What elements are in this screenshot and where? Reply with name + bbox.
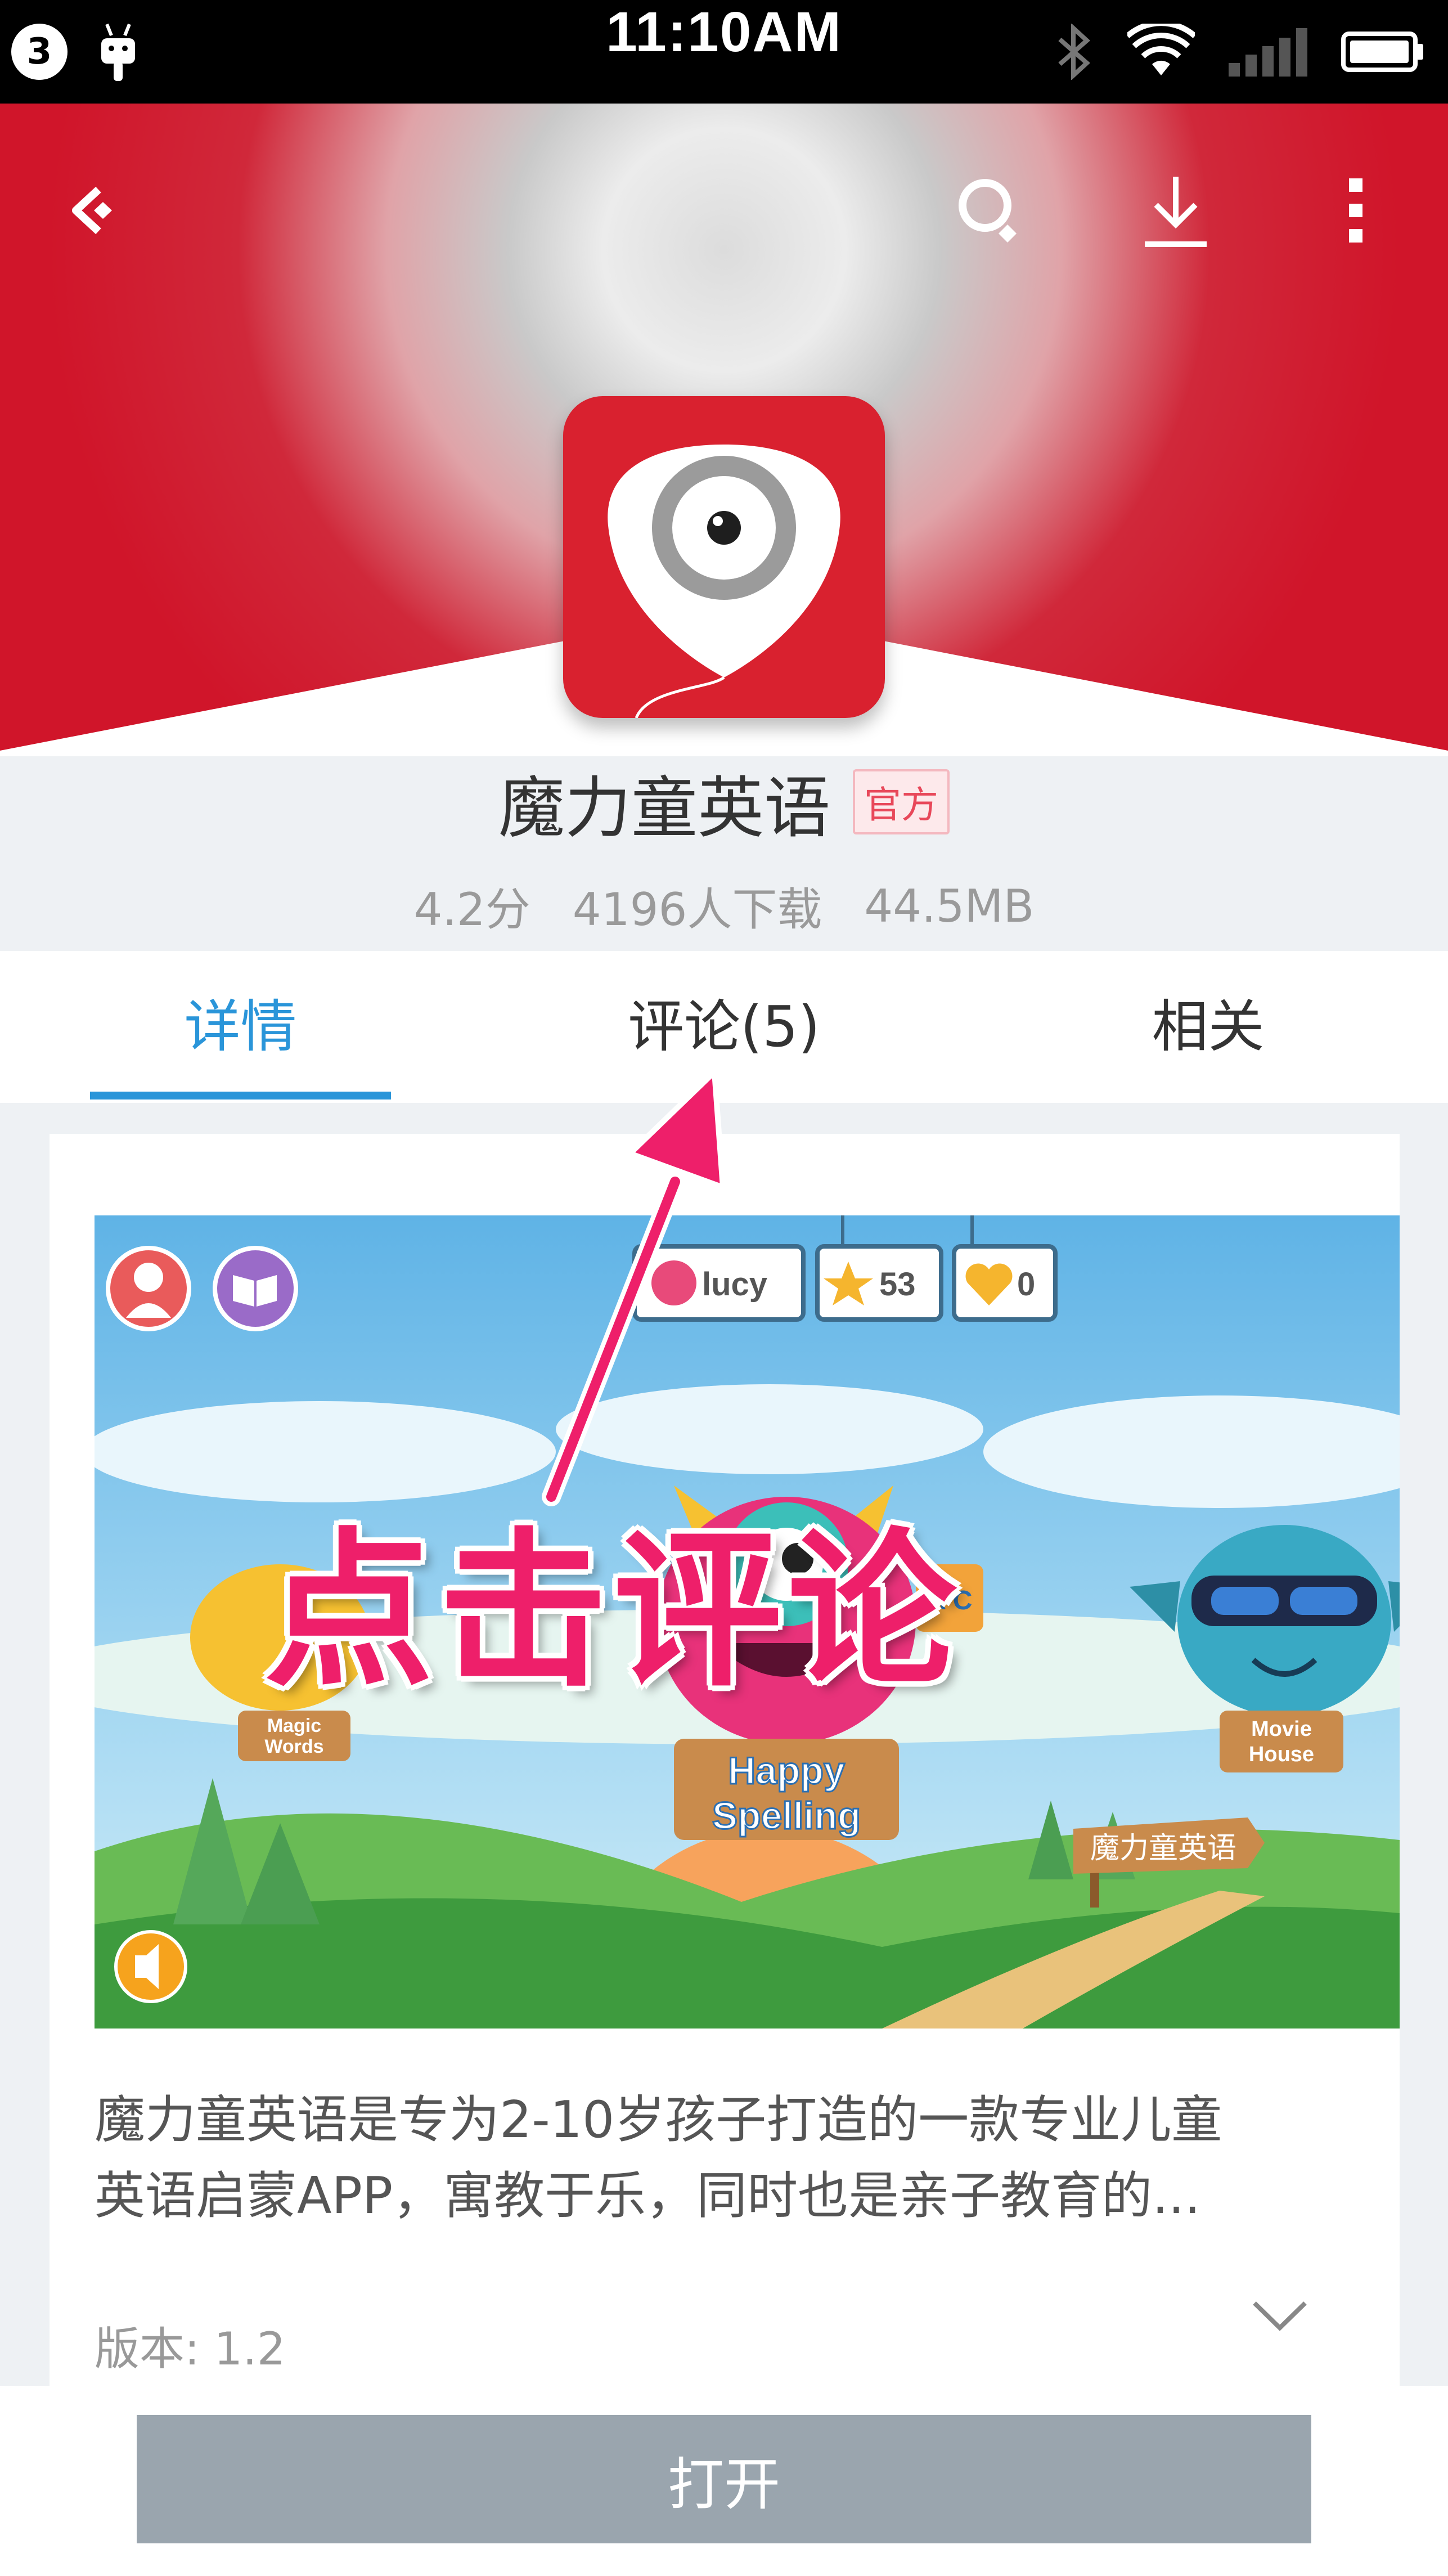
download-button[interactable] bbox=[1131, 165, 1221, 255]
back-button[interactable] bbox=[45, 165, 135, 255]
tutorial-annotation-text: 点击评论 bbox=[264, 1513, 962, 1709]
app-name: 魔力童英语 bbox=[498, 769, 830, 847]
app-rating: 4.2分 bbox=[413, 883, 530, 936]
chevron-down-icon[interactable] bbox=[1249, 2293, 1311, 2338]
balloon-eye-logo bbox=[608, 445, 840, 718]
wifi-icon bbox=[1127, 24, 1195, 75]
download-icon bbox=[1145, 177, 1207, 247]
sign-happy-line1: Happy bbox=[728, 1749, 845, 1792]
sign-happy-line2: Spelling bbox=[712, 1794, 861, 1837]
tab-related[interactable]: 相关 bbox=[1058, 973, 1359, 1069]
book-icon bbox=[213, 1246, 298, 1331]
battery-icon bbox=[1341, 32, 1423, 72]
app-description: 魔力童英语是专为2-10岁孩子打造的一款专业儿童 英语启蒙APP，寓教于乐，同时… bbox=[95, 2082, 1360, 2234]
search-icon bbox=[959, 179, 1017, 243]
tab-active-indicator bbox=[90, 1092, 391, 1099]
stars-panel: 53 bbox=[815, 1244, 943, 1322]
tab-comments[interactable]: 评论(5) bbox=[563, 973, 885, 1069]
brand-sign-text: 魔力童英语 bbox=[1090, 1832, 1236, 1865]
app-meta: 4.2分 4196人下载 44.5MB bbox=[0, 869, 1448, 943]
sign-movie-line2: House bbox=[1249, 1743, 1314, 1766]
description-line-1: 魔力童英语是专为2-10岁孩子打造的一款专业儿童 bbox=[95, 2090, 1222, 2149]
bluetooth-icon bbox=[1058, 24, 1090, 80]
app-title-row: 魔力童英语 官方 bbox=[0, 754, 1448, 850]
app-icon bbox=[563, 396, 885, 718]
stars-count: 53 bbox=[879, 1266, 916, 1303]
description-line-2: 英语启蒙APP，寓教于乐，同时也是亲子教育的... bbox=[95, 2166, 1200, 2225]
sound-icon bbox=[114, 1930, 187, 2003]
sign-magic-line2: Words bbox=[264, 1736, 323, 1757]
tab-details[interactable]: 详情 bbox=[90, 973, 391, 1069]
hearts-panel: 0 bbox=[952, 1244, 1058, 1322]
status-bar: 3 11:10AM bbox=[0, 0, 1448, 104]
more-vert-icon bbox=[1349, 178, 1362, 243]
signal-icon bbox=[1229, 28, 1307, 77]
search-button[interactable] bbox=[945, 165, 1035, 255]
official-badge: 官方 bbox=[853, 769, 950, 834]
profile-icon bbox=[106, 1246, 191, 1331]
user-name: lucy bbox=[702, 1266, 767, 1303]
more-options-button[interactable] bbox=[1311, 165, 1401, 255]
hearts-count: 0 bbox=[1017, 1266, 1035, 1303]
user-panel: lucy bbox=[632, 1244, 806, 1322]
app-size: 44.5MB bbox=[864, 879, 1035, 932]
app-downloads: 4196人下载 bbox=[572, 883, 822, 936]
open-button[interactable]: 打开 bbox=[137, 2415, 1311, 2543]
tab-bar: 详情 评论(5) 相关 bbox=[0, 951, 1448, 1103]
back-arrow-icon bbox=[72, 186, 112, 235]
app-version: 版本: 1.2 bbox=[95, 2323, 286, 2375]
sign-movie-line1: Movie bbox=[1251, 1717, 1312, 1741]
status-icons bbox=[1054, 20, 1425, 83]
